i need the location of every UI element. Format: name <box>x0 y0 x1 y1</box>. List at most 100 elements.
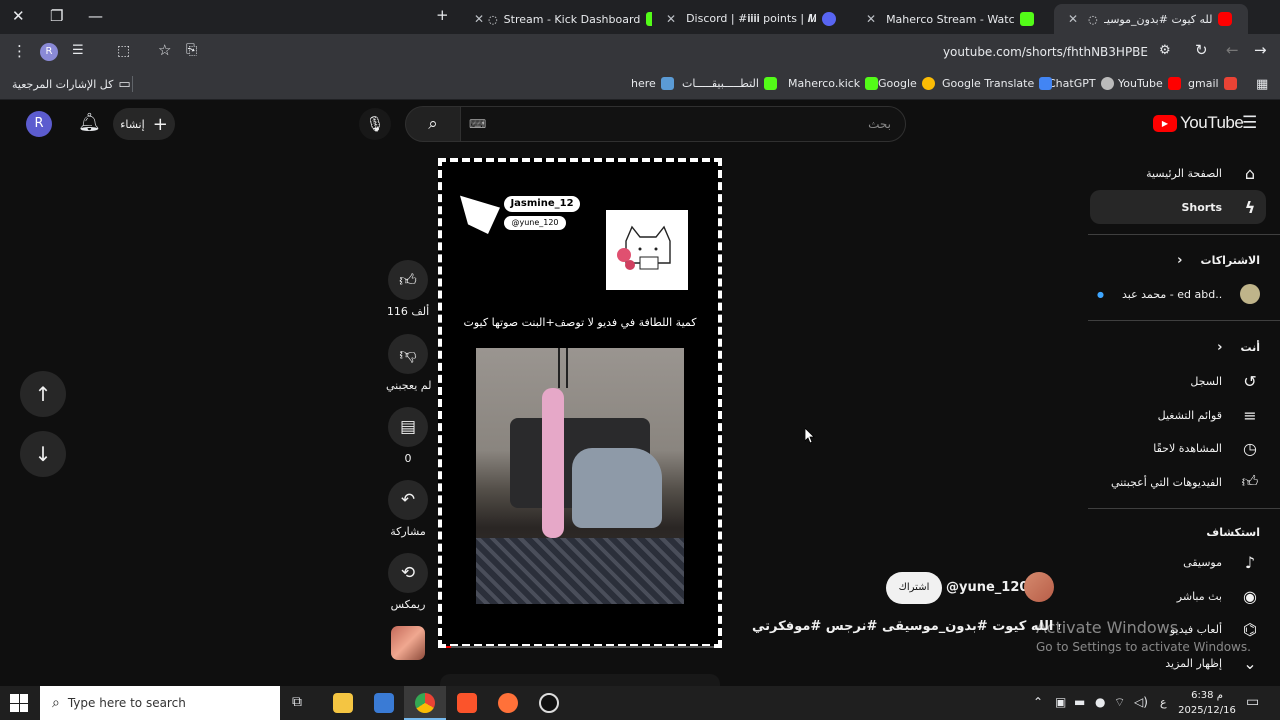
tab-title: مشاء الله كيوت #بدون_موسيـ <box>1103 12 1212 26</box>
voice-search-button[interactable]: 🎙︎ <box>359 108 391 140</box>
tray-app-icon[interactable]: ▣ <box>1055 696 1066 708</box>
account-avatar[interactable]: R <box>26 111 52 137</box>
remix-button[interactable]: ⟲ ريمكس <box>386 553 430 611</box>
tab-youtube-short[interactable]: ✕ ◌ مشاء الله كيوت #بدون_موسيـ <box>1054 4 1248 34</box>
language-indicator[interactable]: ع <box>1160 696 1167 709</box>
extensions-icon[interactable]: ⬚ <box>117 44 130 58</box>
microsoft-store-icon[interactable] <box>374 693 394 713</box>
keyboard-icon[interactable]: ⌨ <box>469 117 486 131</box>
hamburger-menu-icon[interactable]: ☰ <box>1242 115 1257 132</box>
like-button[interactable]: 👍︎ 116 ألف <box>386 260 430 318</box>
sidebar-item-show-more[interactable]: إظهار المزيد ⌄ <box>1090 646 1266 680</box>
menu-dots-icon[interactable]: ⋮ <box>12 44 27 59</box>
tab-maherco-stream[interactable]: ✕ Maherco Stream - Watch Live o <box>852 4 1050 34</box>
bookmark-youtube[interactable]: YouTube <box>1118 77 1181 90</box>
restore-window-icon[interactable]: ❐ <box>50 9 63 24</box>
search-input[interactable]: ⌨ بحث <box>460 106 906 142</box>
close-tab-icon[interactable]: ✕ <box>1068 12 1078 26</box>
bookmark-google[interactable]: Google <box>878 77 935 90</box>
notifications-bell-icon[interactable]: 🔔︎ <box>78 114 101 132</box>
address-bar[interactable]: youtube.com/shorts/fhthNB3HPBE <box>900 45 1148 59</box>
short-video-player[interactable]: Jasmine_12 @yune_120 كمية اللطافة في فدي… <box>438 158 722 648</box>
share-button[interactable]: ↶ مشاركة <box>386 480 430 538</box>
bookmark-maherco-kick[interactable]: Maherco.kick <box>788 77 879 90</box>
sidebar-label: Shorts <box>1181 200 1222 214</box>
back-icon[interactable]: → <box>1254 43 1267 58</box>
notifications-icon[interactable]: ▭ <box>1246 695 1259 709</box>
divider <box>1088 508 1280 509</box>
close-tab-icon[interactable]: ✕ <box>866 12 876 26</box>
sidebar-item-liked-videos[interactable]: الفيديوهات التي أعجبتني 👍︎ <box>1090 465 1266 499</box>
dislike-button[interactable]: 👎︎ لم يعجبني <box>386 334 431 392</box>
search-button[interactable]: ⌕ <box>405 106 461 142</box>
bookmark-apps-folder[interactable]: التطـــــبيقـــــات <box>682 77 777 90</box>
tab-search-icon[interactable]: ☰ <box>72 44 84 57</box>
bow-sticker: Jasmine_12 @yune_120 <box>456 172 580 244</box>
bookmark-gmail[interactable]: gmail <box>1188 77 1237 90</box>
create-button[interactable]: إنشاء + <box>113 108 175 140</box>
bookmark-google-translate[interactable]: Google Translate <box>942 77 1053 90</box>
install-app-icon[interactable]: ⎘ <box>186 43 197 57</box>
volume-icon[interactable]: ◁) <box>1134 696 1148 708</box>
microphone-icon[interactable]: ● <box>1095 696 1105 708</box>
file-explorer-icon[interactable] <box>333 693 353 713</box>
sidebar-section-explore: استكشاف <box>1090 515 1266 549</box>
youtube-logo[interactable]: ▶ YouTube <box>1153 113 1244 133</box>
sidebar-item-home[interactable]: الصفحة الرئيسية ⌂ <box>1090 156 1266 190</box>
sidebar-item-subscription-channel[interactable]: ● محمد عبد - ed abd... <box>1090 277 1266 311</box>
sidebar-item-live[interactable]: بث مباشر ◉ <box>1090 579 1266 613</box>
site-settings-icon[interactable]: ⚙ <box>1159 44 1171 57</box>
subscribe-button[interactable]: اشتراك <box>886 572 942 604</box>
network-icon[interactable]: ⌔ <box>1114 696 1125 708</box>
shorts-icon: ϟ <box>1244 197 1256 217</box>
sidebar-item-gaming[interactable]: ألعاب فيديو ⌬ <box>1090 612 1266 646</box>
tray-app-icon[interactable]: ▬ <box>1074 696 1085 708</box>
taskbar-search-input[interactable]: ⌕ Type here to search <box>40 686 280 720</box>
forward-icon[interactable]: ← <box>1226 43 1239 58</box>
reload-icon[interactable]: ↻ <box>1195 43 1208 58</box>
folder-icon: ▭ <box>118 77 131 92</box>
close-tab-icon[interactable]: ✕ <box>666 12 676 26</box>
bookmark-chatgpt[interactable]: ChatGPT <box>1048 77 1114 90</box>
audio-track-thumbnail[interactable] <box>391 626 425 660</box>
sidebar-item-music[interactable]: موسيقى ♪ <box>1090 545 1266 579</box>
rug-shape <box>476 538 684 604</box>
close-tab-icon[interactable]: ✕ <box>474 12 484 26</box>
tab-kick-dashboard[interactable]: ✕ ◌ Stream - Kick Dashboard <box>460 4 652 34</box>
new-tab-icon[interactable]: + <box>436 8 449 23</box>
bookmark-star-icon[interactable]: ☆ <box>158 43 171 58</box>
cat-drawing-icon <box>617 225 671 270</box>
apps-grid-icon[interactable]: ▦ <box>1256 78 1268 91</box>
tab-discord[interactable]: ✕ Discord | #𝐢𝐢𝐢𝐢 points | 𝑴𝑨𝑯𝑬 <box>652 4 852 34</box>
sidebar-item-shorts[interactable]: Shorts ϟ <box>1090 190 1266 224</box>
bookmark-here[interactable]: here <box>631 77 674 90</box>
profile-avatar[interactable]: R <box>40 43 58 61</box>
windows-start-icon[interactable] <box>10 694 28 712</box>
firefox-icon[interactable] <box>498 693 518 713</box>
brave-icon[interactable] <box>457 693 477 713</box>
bookmark-label: YouTube <box>1118 77 1163 90</box>
channel-handle[interactable]: @yune_120 <box>946 580 1028 595</box>
clock-time[interactable]: 6:38 م <box>1180 690 1234 701</box>
close-window-icon[interactable]: ✕ <box>12 9 25 24</box>
show-hidden-icons-icon[interactable]: ⌃ <box>1033 696 1043 708</box>
short-title[interactable]: مشاء الله كيوت #بدون_موسيقى #نرجس #موفكر… <box>752 619 1060 634</box>
task-view-icon[interactable]: ⧉ <box>292 695 302 709</box>
progress-bar[interactable] <box>446 646 714 648</box>
sidebar-item-watch-later[interactable]: المشاهدة لاحقًا ◷ <box>1090 431 1266 465</box>
comments-button[interactable]: ▤ 0 <box>386 407 430 465</box>
sidebar-section-you[interactable]: › أنت <box>1090 330 1266 364</box>
taskbar-chrome-active[interactable] <box>404 686 446 720</box>
channel-avatar[interactable] <box>1024 572 1054 602</box>
next-short-button[interactable]: ↓ <box>20 431 66 477</box>
minimize-window-icon[interactable]: — <box>88 9 103 24</box>
sidebar-item-history[interactable]: السجل ↺ <box>1090 364 1266 398</box>
sidebar-section-subscriptions[interactable]: › الاشتراكات <box>1090 243 1266 277</box>
sidebar-item-playlists[interactable]: قوائم التشغيل ≡ <box>1090 398 1266 432</box>
obs-icon[interactable] <box>539 693 559 713</box>
all-bookmarks[interactable]: كل الإشارات المرجعية ▭ <box>12 77 131 92</box>
gamepad-icon: ⌬ <box>1243 619 1257 639</box>
clock-date[interactable]: 2025/12/16 <box>1178 705 1236 716</box>
progress-fill <box>446 646 452 648</box>
previous-short-button[interactable]: ↑ <box>20 371 66 417</box>
